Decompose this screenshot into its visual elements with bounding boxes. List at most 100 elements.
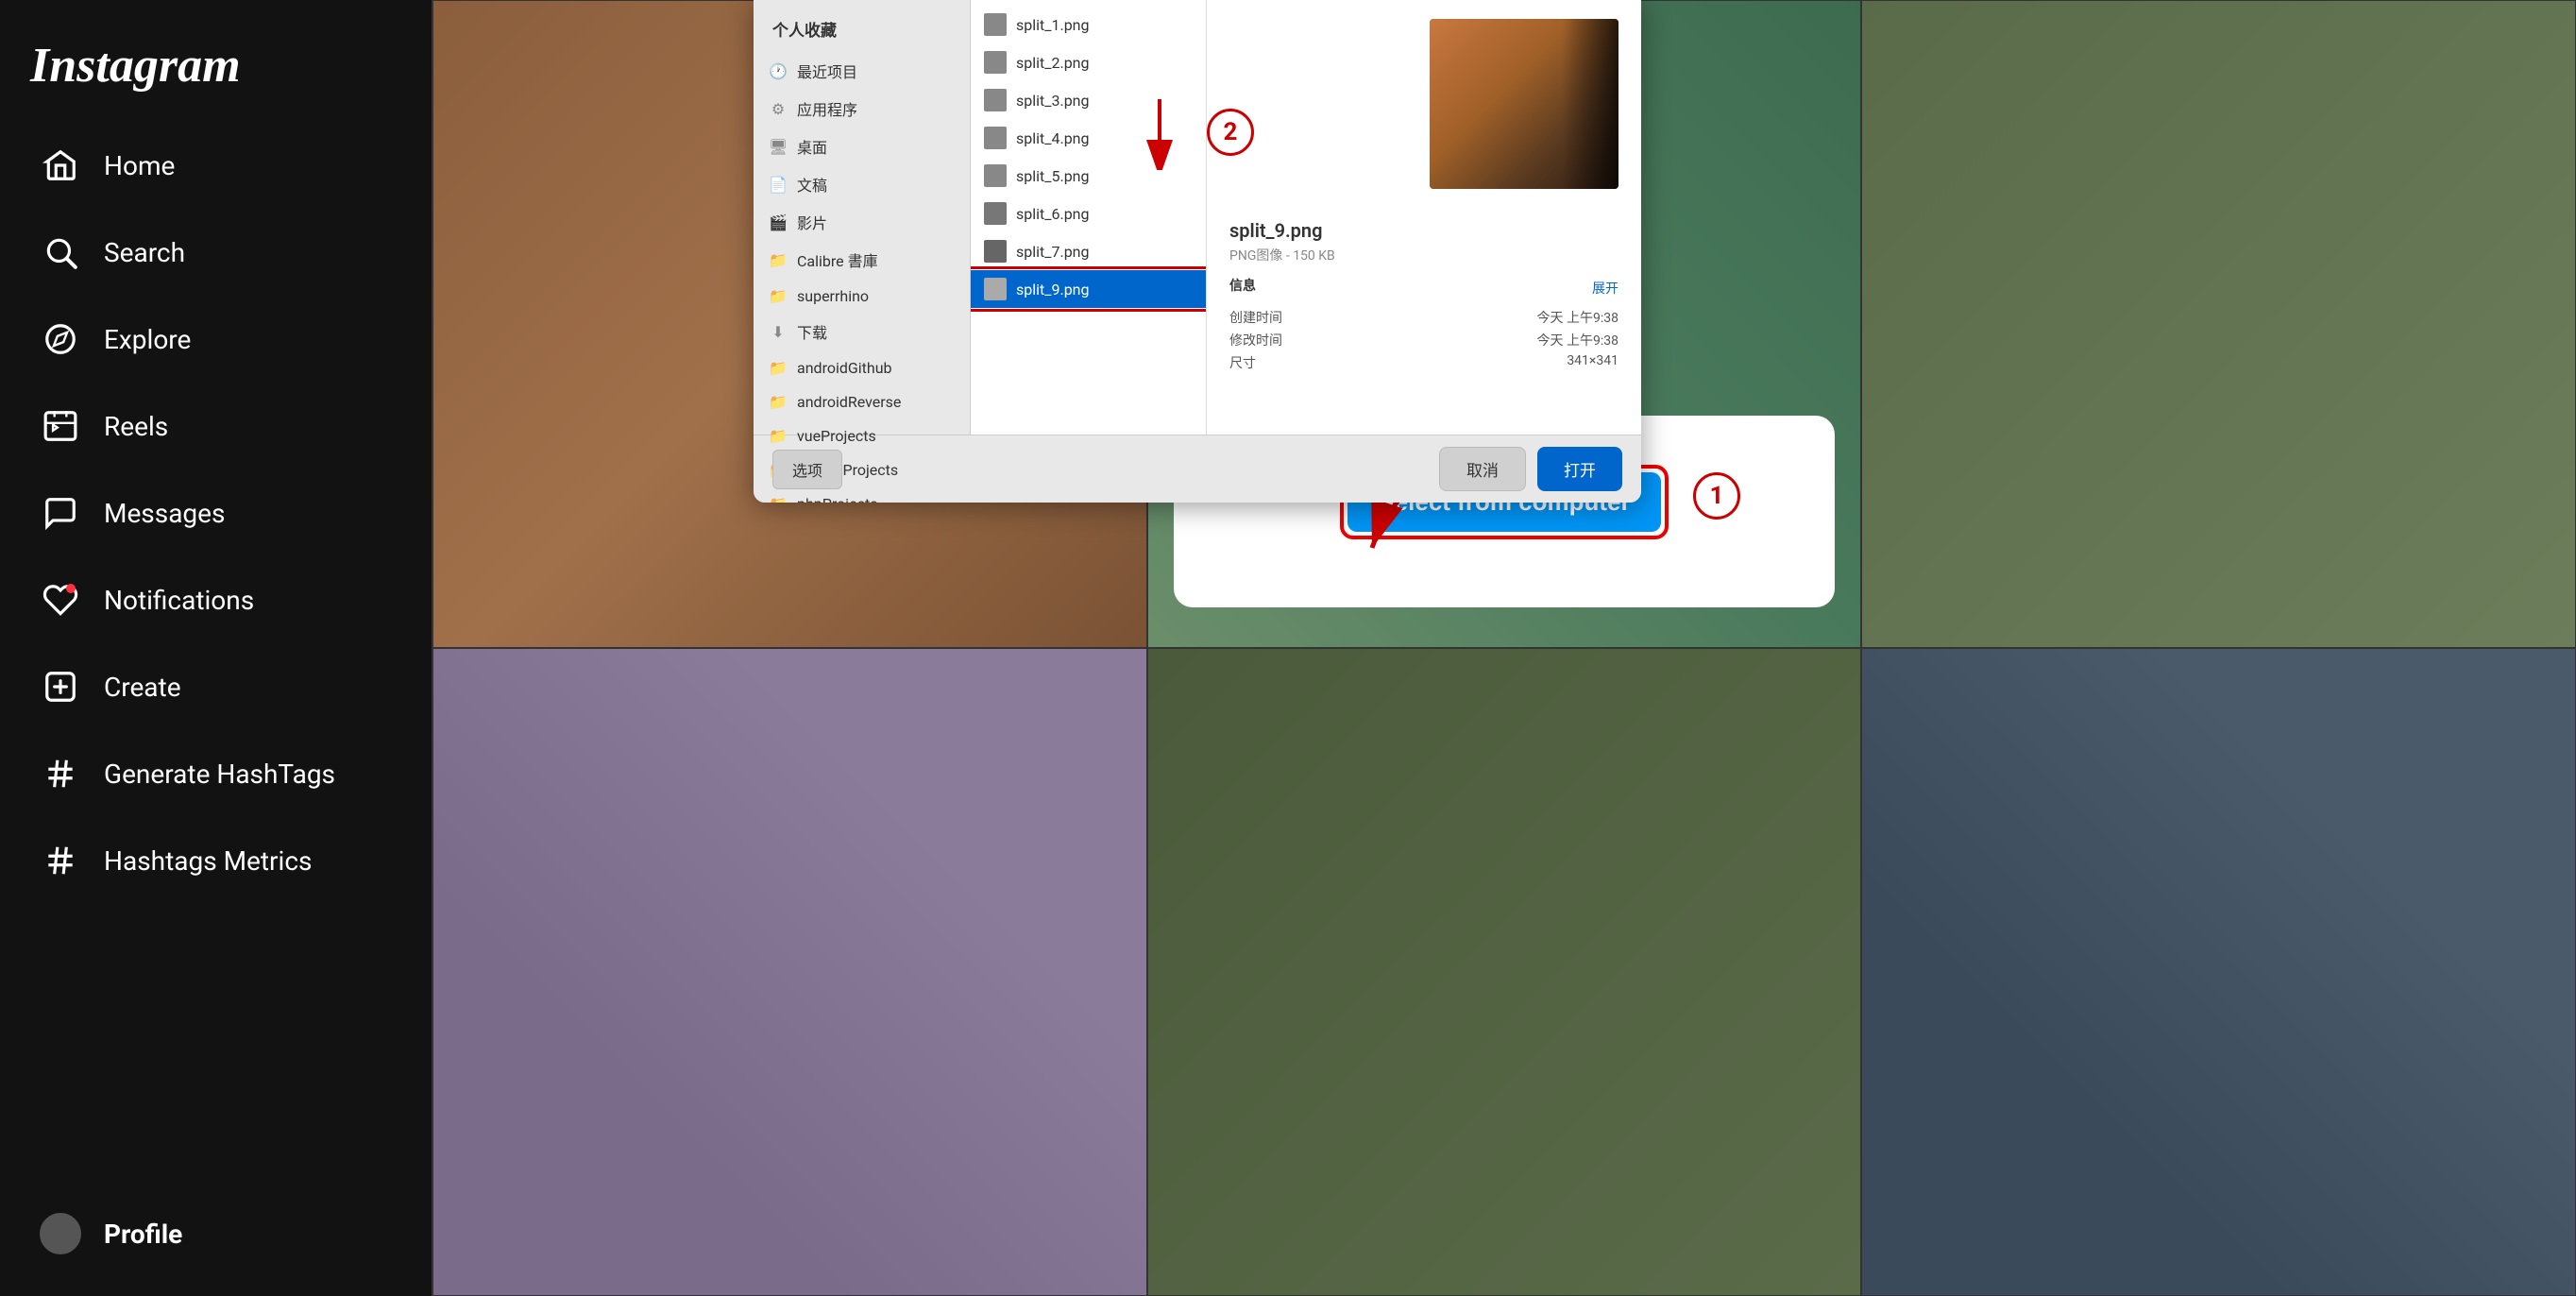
app-logo[interactable]: Instagram <box>0 19 432 122</box>
preview-image <box>1430 19 1618 189</box>
sidebar-item-generate-hashtags[interactable]: Generate HashTags <box>9 732 422 815</box>
home-icon <box>40 145 81 186</box>
folder-icon-1: 📁 <box>769 250 788 269</box>
fp-sidebar-androidreverse[interactable]: 📁 androidReverse <box>754 384 970 418</box>
post-cell-4 <box>432 648 1147 1296</box>
file-thumb-3 <box>984 89 1007 111</box>
fp-sidebar-superrhino[interactable]: 📁 superrhino <box>754 279 970 313</box>
sidebar-item-search-label: Search <box>104 237 185 268</box>
file-item-split3[interactable]: split_3.png <box>971 81 1206 119</box>
folder-icon-5: 📁 <box>769 426 788 445</box>
sidebar-item-messages-label: Messages <box>104 498 225 529</box>
sidebar-item-reels-label: Reels <box>104 411 168 442</box>
sidebar-item-reels[interactable]: Reels <box>9 384 422 468</box>
fp-sidebar-phpprojects[interactable]: 📁 phpProjects <box>754 486 970 503</box>
file-thumb-2 <box>984 51 1007 74</box>
sidebar-item-messages[interactable]: Messages <box>9 471 422 554</box>
dimensions-row: 尺寸 341×341 <box>1229 353 1618 372</box>
fp-action-buttons: 取消 打开 <box>1439 447 1622 491</box>
post-cell-6 <box>1861 648 2576 1296</box>
doc-icon: 📄 <box>769 175 788 194</box>
fp-sidebar-desktop[interactable]: 🖥 桌面 <box>754 128 970 165</box>
info-header: 信息 展开 <box>1229 276 1618 300</box>
file-thumb-6 <box>984 202 1007 225</box>
reels-icon <box>40 405 81 447</box>
sidebar-item-explore[interactable]: Explore <box>9 298 422 381</box>
sidebar-item-create[interactable]: Create <box>9 645 422 728</box>
annotation-badge-2: 2 <box>1207 109 1254 156</box>
file-thumb-1 <box>984 13 1007 36</box>
file-item-split2[interactable]: split_2.png <box>971 43 1206 81</box>
avatar <box>40 1213 81 1254</box>
cancel-button[interactable]: 取消 <box>1439 447 1526 491</box>
film-icon: 🎬 <box>769 213 788 231</box>
sidebar-nav: Home Search Explore Reels Messages <box>0 122 432 1190</box>
fp-sidebar-androidgithub[interactable]: 📁 androidGithub <box>754 350 970 384</box>
post-cell-5 <box>1147 648 1862 1296</box>
fp-sidebar-calibre[interactable]: 📁 Calibre 書庫 <box>754 241 970 279</box>
preview-image-container <box>1229 19 1618 189</box>
search-icon <box>40 231 81 273</box>
file-item-split7[interactable]: split_7.png <box>971 232 1206 270</box>
file-item-split9-wrapper: split_9.png <box>971 270 1206 308</box>
file-thumb-5 <box>984 164 1007 187</box>
sidebar-item-search[interactable]: Search <box>9 211 422 294</box>
sidebar-item-profile-label: Profile <box>104 1219 182 1250</box>
sidebar-item-home[interactable]: Home <box>9 124 422 207</box>
fp-sidebar-documents[interactable]: 📄 文稿 <box>754 165 970 203</box>
hash-icon-2 <box>40 840 81 881</box>
sidebar-item-notifications[interactable]: Notifications <box>9 558 422 641</box>
file-item-split6[interactable]: split_6.png <box>971 195 1206 232</box>
options-button[interactable]: 选项 <box>772 450 842 489</box>
file-picker-file-list: split_1.png split_2.png split_3.png spli… <box>971 0 1207 435</box>
file-item-split5[interactable]: split_5.png <box>971 157 1206 195</box>
file-picker-preview: split_9.png PNG图像 - 150 KB 信息 展开 创建时间 今天… <box>1207 0 1641 435</box>
sidebar-item-home-label: Home <box>104 150 175 181</box>
modified-row: 修改时间 今天 上午9:38 <box>1229 331 1618 350</box>
file-thumb-7 <box>984 240 1007 263</box>
desktop-icon: 🖥 <box>769 137 788 156</box>
preview-filetype: PNG图像 - 150 KB <box>1229 246 1618 264</box>
selected-filename: split_9.png <box>1016 281 1090 298</box>
fp-sidebar-apps[interactable]: ⚙ 应用程序 <box>754 90 970 128</box>
notification-badge <box>66 584 76 593</box>
fp-sidebar-vueprojects[interactable]: 📁 vueProjects <box>754 418 970 452</box>
heart-icon <box>40 579 81 621</box>
sidebar: Instagram Home Search Explore Reels <box>0 0 432 1296</box>
message-icon <box>40 492 81 534</box>
sidebar-item-profile[interactable]: Profile <box>9 1192 422 1275</box>
download-icon: ⬇ <box>769 322 788 341</box>
sidebar-item-generate-hashtags-label: Generate HashTags <box>104 759 335 790</box>
fp-sidebar-downloads[interactable]: ⬇ 下载 <box>754 313 970 350</box>
folder-icon-2: 📁 <box>769 286 788 305</box>
file-thumb-9 <box>984 278 1007 300</box>
file-item-split4[interactable]: split_4.png <box>971 119 1206 157</box>
compass-icon <box>40 318 81 360</box>
open-button[interactable]: 打开 <box>1537 447 1622 491</box>
created-row: 创建时间 今天 上午9:38 <box>1229 308 1618 327</box>
expand-link[interactable]: 展开 <box>1592 279 1618 298</box>
file-item-split1[interactable]: split_1.png <box>971 6 1206 43</box>
clock-icon: 🕐 <box>769 61 788 80</box>
file-thumb-4 <box>984 127 1007 149</box>
apps-icon: ⚙ <box>769 99 788 118</box>
fp-sidebar-recent[interactable]: 🕐 最近项目 <box>754 52 970 90</box>
sidebar-item-create-label: Create <box>104 672 181 703</box>
plus-square-icon <box>40 666 81 708</box>
sidebar-item-hashtags-metrics[interactable]: Hashtags Metrics <box>9 819 422 902</box>
folder-icon-4: 📁 <box>769 392 788 411</box>
file-picker-sidebar: 个人收藏 🕐 最近项目 ⚙ 应用程序 🖥 桌面 📄 文稿 <box>754 0 971 435</box>
sidebar-item-hashtags-metrics-label: Hashtags Metrics <box>104 845 312 877</box>
file-item-split9[interactable]: split_9.png <box>971 270 1206 308</box>
main-content: Select from computer 1 个人收藏 🕐 最近项目 <box>432 0 2576 1296</box>
folder-icon-7: 📁 <box>769 494 788 503</box>
file-picker-dialog: 个人收藏 🕐 最近项目 ⚙ 应用程序 🖥 桌面 📄 文稿 <box>754 0 1641 503</box>
file-picker-body: 个人收藏 🕐 最近项目 ⚙ 应用程序 🖥 桌面 📄 文稿 <box>754 0 1641 435</box>
hash-icon-1 <box>40 753 81 794</box>
fp-sidebar-movies[interactable]: 🎬 影片 <box>754 203 970 241</box>
annotation-badge-1: 1 <box>1693 472 1740 520</box>
fp-sidebar-header: 个人收藏 <box>754 9 970 52</box>
file-info: split_9.png PNG图像 - 150 KB 信息 展开 创建时间 今天… <box>1229 219 1618 376</box>
preview-filename: split_9.png <box>1229 219 1618 242</box>
folder-icon-3: 📁 <box>769 358 788 377</box>
